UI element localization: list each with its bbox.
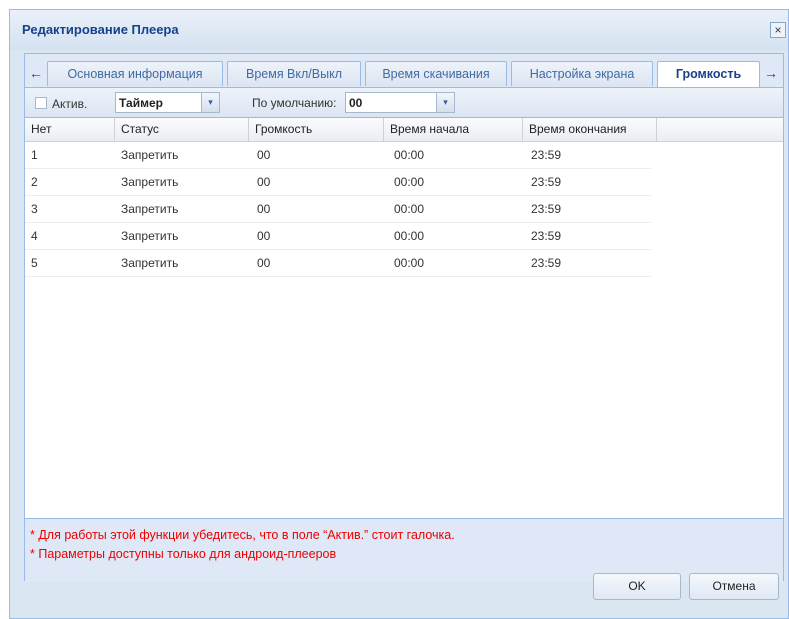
table-row[interactable]: 4 Запретить 00 00:00 23:59	[25, 223, 651, 250]
tab-screen-settings[interactable]: Настройка экрана	[511, 61, 653, 86]
tab-volume[interactable]: Громкость	[657, 61, 760, 87]
chevron-down-icon[interactable]: ▾	[201, 93, 219, 112]
active-checkbox[interactable]	[35, 97, 47, 109]
tab-on-off-time[interactable]: Время Вкл/Выкл	[227, 61, 361, 86]
cell-start-time: 00:00	[394, 256, 425, 270]
cell-number: 5	[31, 256, 38, 270]
cell-start-time: 00:00	[394, 148, 425, 162]
table-row[interactable]: 3 Запретить 00 00:00 23:59	[25, 196, 651, 223]
default-label: По умолчанию:	[252, 96, 337, 110]
table-row[interactable]: 5 Запретить 00 00:00 23:59	[25, 250, 651, 277]
cell-volume: 00	[257, 148, 271, 162]
active-label: Актив.	[52, 97, 88, 111]
cell-end-time: 23:59	[531, 256, 562, 270]
cancel-button[interactable]: Отмена	[689, 573, 779, 600]
column-header-status[interactable]: Статус	[115, 118, 249, 141]
grid-header: Нет Статус Громкость Время начала Время …	[25, 118, 783, 142]
close-icon[interactable]: ×	[770, 22, 786, 38]
column-header-number[interactable]: Нет	[25, 118, 115, 141]
mode-select[interactable]: Таймер ▾	[115, 92, 220, 113]
player-edit-dialog: Редактирование Плеера × ← Основная инфор…	[9, 9, 789, 619]
mode-value: Таймер	[119, 96, 163, 110]
cell-end-time: 23:59	[531, 229, 562, 243]
default-volume-select[interactable]: 00 ▾	[345, 92, 455, 113]
column-header-end-time[interactable]: Время окончания	[523, 118, 657, 141]
table-row[interactable]: 2 Запретить 00 00:00 23:59	[25, 169, 651, 196]
scroll-left-icon[interactable]: ←	[27, 61, 45, 85]
cell-start-time: 00:00	[394, 229, 425, 243]
tab-download-time[interactable]: Время скачивания	[365, 61, 507, 86]
tab-panel: ← Основная информация Время Вкл/Выкл Вре…	[24, 53, 784, 582]
default-volume-value: 00	[349, 96, 363, 110]
cell-volume: 00	[257, 229, 271, 243]
cell-end-time: 23:59	[531, 202, 562, 216]
cell-start-time: 00:00	[394, 202, 425, 216]
tab-main-info[interactable]: Основная информация	[47, 61, 223, 86]
chevron-down-icon[interactable]: ▾	[436, 93, 454, 112]
cell-status: Запретить	[121, 229, 179, 243]
cell-number: 1	[31, 148, 38, 162]
column-header-start-time[interactable]: Время начала	[384, 118, 523, 141]
cell-number: 2	[31, 175, 38, 189]
cell-end-time: 23:59	[531, 175, 562, 189]
cell-status: Запретить	[121, 148, 179, 162]
cell-volume: 00	[257, 202, 271, 216]
column-header-volume[interactable]: Громкость	[249, 118, 384, 141]
table-row[interactable]: 1 Запретить 00 00:00 23:59	[25, 142, 651, 169]
note-active-checkbox: * Для работы этой функции убедитесь, что…	[30, 528, 455, 542]
cell-status: Запретить	[121, 256, 179, 270]
dialog-title: Редактирование Плеера	[22, 22, 179, 37]
dialog-titlebar[interactable]: Редактирование Плеера ×	[10, 10, 788, 50]
cell-volume: 00	[257, 175, 271, 189]
cell-end-time: 23:59	[531, 148, 562, 162]
ok-button[interactable]: OK	[593, 573, 681, 600]
cell-number: 4	[31, 229, 38, 243]
cell-volume: 00	[257, 256, 271, 270]
cell-start-time: 00:00	[394, 175, 425, 189]
volume-toolbar: Актив. Таймер ▾ По умолчанию: 00 ▾	[25, 88, 783, 118]
cell-status: Запретить	[121, 202, 179, 216]
note-android-only: * Параметры доступны только для андроид-…	[30, 547, 337, 561]
cell-number: 3	[31, 202, 38, 216]
tab-strip: ← Основная информация Время Вкл/Выкл Вре…	[25, 54, 783, 88]
grid-body: 1 Запретить 00 00:00 23:59 2 Запретить 0…	[25, 142, 651, 277]
scroll-right-icon[interactable]: →	[762, 61, 780, 85]
cell-status: Запретить	[121, 175, 179, 189]
